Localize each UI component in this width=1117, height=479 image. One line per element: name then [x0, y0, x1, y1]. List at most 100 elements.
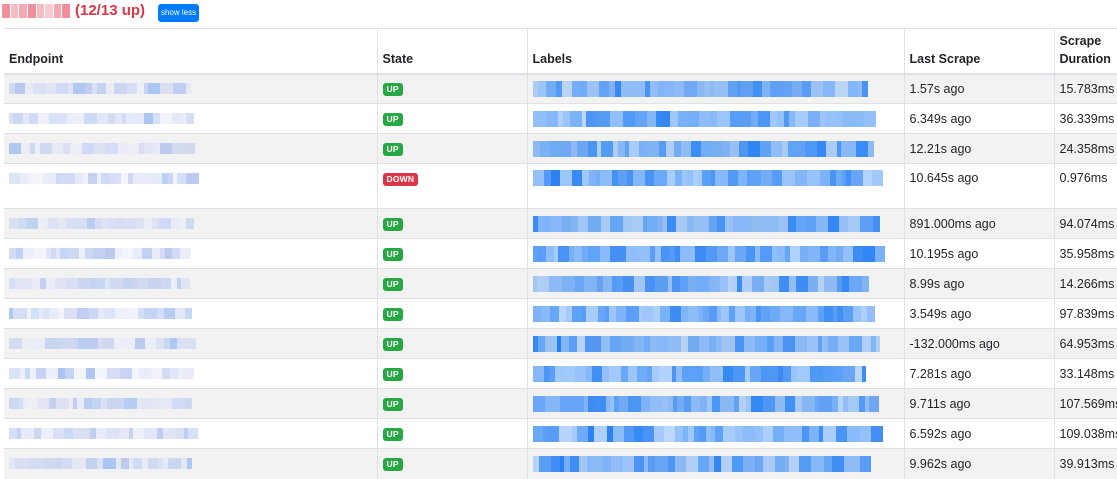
endpoint-link-redacted[interactable]	[9, 367, 373, 381]
labels-redacted	[532, 170, 900, 186]
endpoint-link-redacted[interactable]	[9, 217, 373, 231]
last-scrape-cell: 10.645s ago	[903, 163, 1054, 209]
up-count: (12/13 up)	[75, 2, 146, 19]
job-header: (12/13 up) show less	[0, 0, 1117, 28]
table-row: UP 7.281s ago 33.148ms	[4, 358, 1117, 389]
endpoint-cell	[4, 268, 377, 299]
state-badge: UP	[382, 338, 403, 351]
scrape-duration-cell: 14.266ms	[1053, 268, 1117, 299]
show-less-button[interactable]: show less	[158, 4, 199, 22]
column-header-scrape-duration: Scrape Duration	[1053, 28, 1117, 75]
state-badge: UP	[382, 398, 403, 411]
endpoint-cell	[4, 238, 377, 269]
scrape-duration-cell: 39.913ms	[1053, 448, 1117, 479]
labels-cell	[526, 298, 904, 329]
state-cell: UP	[376, 418, 527, 449]
scrape-duration-cell: 33.148ms	[1053, 358, 1117, 389]
labels-redacted	[532, 335, 900, 352]
labels-redacted	[532, 80, 900, 97]
state-cell: UP	[376, 358, 527, 389]
state-badge: UP	[382, 218, 403, 231]
labels-cell	[526, 328, 904, 359]
state-cell: UP	[376, 208, 527, 239]
table-row: UP 891.000ms ago 94.074ms	[4, 208, 1117, 239]
state-badge: UP	[382, 278, 403, 291]
labels-cell	[526, 388, 904, 419]
endpoint-link-redacted[interactable]	[9, 457, 373, 471]
endpoint-link-redacted[interactable]	[9, 307, 373, 321]
state-cell: UP	[376, 268, 527, 299]
endpoint-cell	[4, 418, 377, 449]
state-badge: UP	[382, 143, 403, 156]
endpoint-link-redacted[interactable]	[9, 247, 373, 261]
endpoint-link-redacted[interactable]	[9, 337, 373, 351]
table-row: UP 6.349s ago 36.339ms	[4, 103, 1117, 134]
table-row: UP 9.711s ago 107.569ms	[4, 388, 1117, 419]
labels-redacted	[532, 365, 900, 382]
state-badge: UP	[382, 458, 403, 472]
state-badge: UP	[382, 368, 403, 381]
last-scrape-cell: 6.592s ago	[903, 418, 1054, 449]
state-badge: UP	[382, 308, 403, 321]
table-header-row: Endpoint State Labels Last Scrape Scrape…	[4, 28, 1117, 75]
labels-redacted	[532, 245, 900, 262]
state-badge: DOWN	[382, 173, 419, 186]
last-scrape-cell: 6.349s ago	[903, 103, 1054, 134]
endpoint-cell	[4, 208, 377, 239]
last-scrape-cell: 1.57s ago	[903, 73, 1054, 104]
last-scrape-cell: 891.000ms ago	[903, 208, 1054, 239]
state-cell: UP	[376, 448, 527, 479]
labels-cell	[526, 208, 904, 239]
table-row: UP 1.57s ago 15.783ms	[4, 73, 1117, 104]
endpoint-link-redacted[interactable]	[9, 397, 373, 411]
labels-cell	[526, 268, 904, 299]
labels-cell	[526, 448, 904, 479]
labels-redacted	[532, 140, 900, 157]
endpoint-link-redacted[interactable]	[9, 112, 373, 126]
last-scrape-cell: 3.549s ago	[903, 298, 1054, 329]
column-header-state: State	[376, 28, 527, 75]
endpoint-cell	[4, 448, 377, 479]
scrape-duration-cell: 107.569ms	[1053, 388, 1117, 419]
labels-cell	[526, 163, 904, 209]
table-row: UP 8.99s ago 14.266ms	[4, 268, 1117, 299]
scrape-duration-cell: 0.976ms	[1053, 163, 1117, 209]
endpoint-link-redacted[interactable]	[9, 82, 373, 96]
table-row: UP 9.962s ago 39.913ms	[4, 448, 1117, 479]
targets-table: Endpoint State Labels Last Scrape Scrape…	[4, 28, 1117, 479]
endpoint-link-redacted[interactable]	[9, 277, 373, 291]
endpoint-link-redacted[interactable]	[9, 427, 373, 441]
endpoint-link-redacted[interactable]	[9, 171, 373, 185]
table-row: UP 6.592s ago 109.038ms	[4, 418, 1117, 449]
table-row: UP 12.21s ago 24.358ms	[4, 133, 1117, 164]
endpoint-cell	[4, 163, 377, 209]
state-cell: UP	[376, 73, 527, 104]
scrape-duration-cell: 36.339ms	[1053, 103, 1117, 134]
scrape-duration-cell: 109.038ms	[1053, 418, 1117, 449]
state-cell: UP	[376, 133, 527, 164]
state-badge: UP	[382, 428, 403, 441]
scrape-duration-cell: 35.958ms	[1053, 238, 1117, 269]
state-cell: UP	[376, 298, 527, 329]
scrape-duration-cell: 24.358ms	[1053, 133, 1117, 164]
column-header-last-scrape: Last Scrape	[903, 28, 1054, 75]
labels-cell	[526, 238, 904, 269]
labels-redacted	[532, 275, 900, 292]
job-name-redacted[interactable]	[2, 3, 70, 19]
labels-cell	[526, 133, 904, 164]
labels-redacted	[532, 305, 900, 322]
endpoint-cell	[4, 73, 377, 104]
labels-redacted	[532, 395, 900, 412]
endpoint-cell	[4, 133, 377, 164]
state-cell: UP	[376, 328, 527, 359]
state-badge: UP	[382, 113, 403, 126]
scrape-duration-cell: 94.074ms	[1053, 208, 1117, 239]
scrape-duration-cell: 15.783ms	[1053, 73, 1117, 104]
labels-redacted	[532, 215, 900, 232]
endpoint-link-redacted[interactable]	[9, 142, 373, 156]
column-header-endpoint: Endpoint	[4, 28, 377, 75]
state-cell: UP	[376, 103, 527, 134]
labels-cell	[526, 73, 904, 104]
labels-cell	[526, 358, 904, 389]
last-scrape-cell: 12.21s ago	[903, 133, 1054, 164]
